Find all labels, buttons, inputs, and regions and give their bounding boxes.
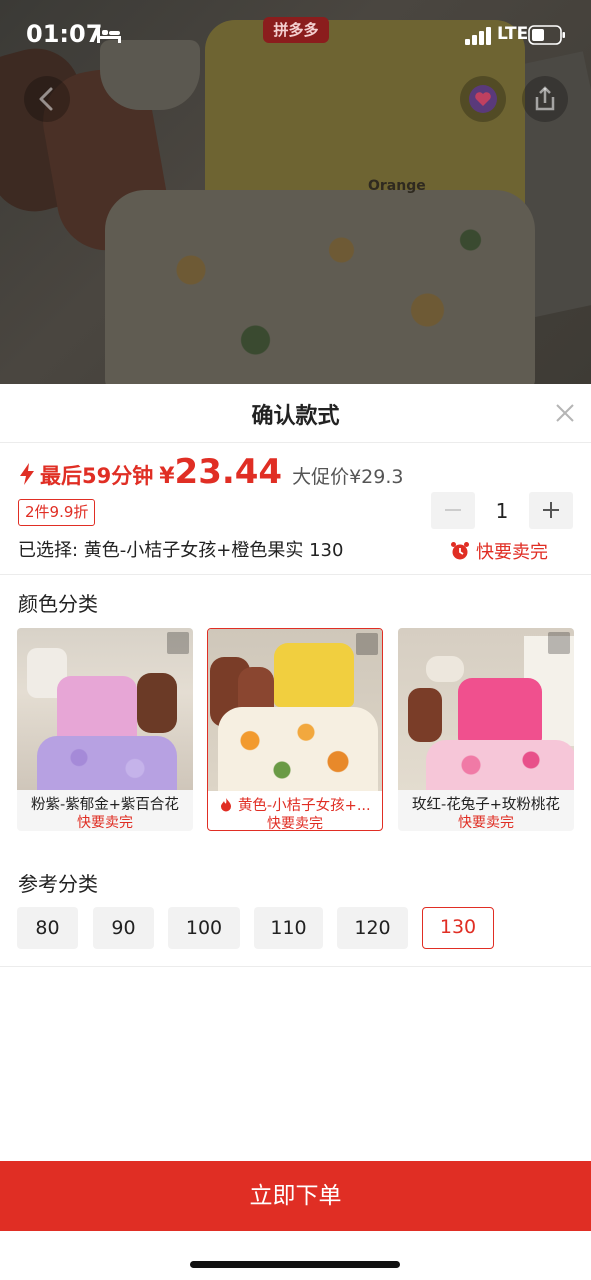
share-icon [535,86,555,111]
price-row: 最后59分钟 ¥ 23.44 大促价¥29.3 [18,452,404,496]
product-sku-page: Orange 01:07 LTE 拼多多 确认款式 最后59分钟 ¥ 23.44… [0,0,591,1280]
divider [0,442,591,443]
decrease-quantity-button[interactable] [431,492,475,529]
shirt-print-text: Orange [368,178,426,194]
expand-icon[interactable] [167,632,189,654]
currency-symbol: ¥ [159,464,175,489]
color-option-label-wrapper: 黄色-小桔子女孩+... [208,794,382,815]
color-section-title: 颜色分类 [18,592,98,616]
close-icon[interactable] [552,400,578,426]
expand-icon[interactable] [548,632,570,654]
divider [0,966,591,967]
expand-icon[interactable] [356,633,378,655]
price-value: 23.44 [174,452,283,492]
size-option-80[interactable]: 80 [17,907,78,949]
sheet-title: 确认款式 [251,404,340,429]
orange-print-skirt [105,190,535,384]
heart-icon [469,85,497,113]
lightning-icon [20,463,34,485]
color-option-status: 快要卖完 [77,815,133,831]
divider [0,574,591,575]
minus-icon [445,509,461,511]
color-option-label: 粉紫-紫郁金+紫百合花 [31,797,179,813]
increase-quantity-button[interactable] [529,492,573,529]
battery-icon [528,25,565,45]
signal-icon [465,27,491,45]
promo-price: 大促价¥29.3 [292,466,404,488]
fire-icon [221,798,232,812]
selected-variant-text: 已选择: 黄色-小桔子女孩+橙色果实 130 [18,540,344,561]
status-time: 01:07 [26,20,103,48]
quantity-stepper: 1 [431,492,573,529]
size-section-title: 参考分类 [18,872,98,896]
place-order-button[interactable]: 立即下单 [0,1161,591,1231]
color-option-card[interactable]: 粉紫-紫郁金+紫百合花 快要卖完 [17,628,193,831]
color-option-status: 快要卖完 [267,816,323,831]
plus-icon [550,502,552,518]
size-option-90[interactable]: 90 [93,907,154,949]
size-option-130-selected[interactable]: 130 [422,907,494,949]
discount-tag: 2件9.9折 [18,499,96,526]
back-button[interactable] [24,76,70,122]
size-option-100[interactable]: 100 [168,907,240,949]
sku-bottom-sheet: 确认款式 最后59分钟 ¥ 23.44 大促价¥29.3 2件9.9折 1 已选… [0,384,591,1280]
selling-fast-notice: 快要卖完 [450,538,548,564]
countdown-text: 最后59分钟 [40,464,154,488]
product-image-backdrop[interactable]: Orange 01:07 LTE 拼多多 [0,0,591,384]
share-button[interactable] [522,76,568,122]
alarm-clock-icon [451,542,469,560]
color-option-card[interactable]: 玫红-花兔子+玫粉桃花 快要卖完 [398,628,574,831]
network-label: LTE [497,24,529,44]
color-option-status: 快要卖完 [458,815,514,831]
selling-fast-label: 快要卖完 [476,542,548,563]
color-option-label: 黄色-小桔子女孩+... [237,798,371,814]
quantity-value: 1 [495,498,509,523]
home-indicator[interactable] [190,1261,400,1268]
favorite-button[interactable] [460,76,506,122]
app-badge: 拼多多 [263,17,329,43]
sleep-bed-icon [97,28,121,43]
chevron-left-icon [39,87,53,111]
size-option-120[interactable]: 120 [337,907,408,949]
color-option-label: 玫红-花兔子+玫粉桃花 [412,797,560,813]
size-option-110[interactable]: 110 [254,907,323,949]
color-option-card-selected[interactable]: 黄色-小桔子女孩+... 快要卖完 [207,628,383,831]
